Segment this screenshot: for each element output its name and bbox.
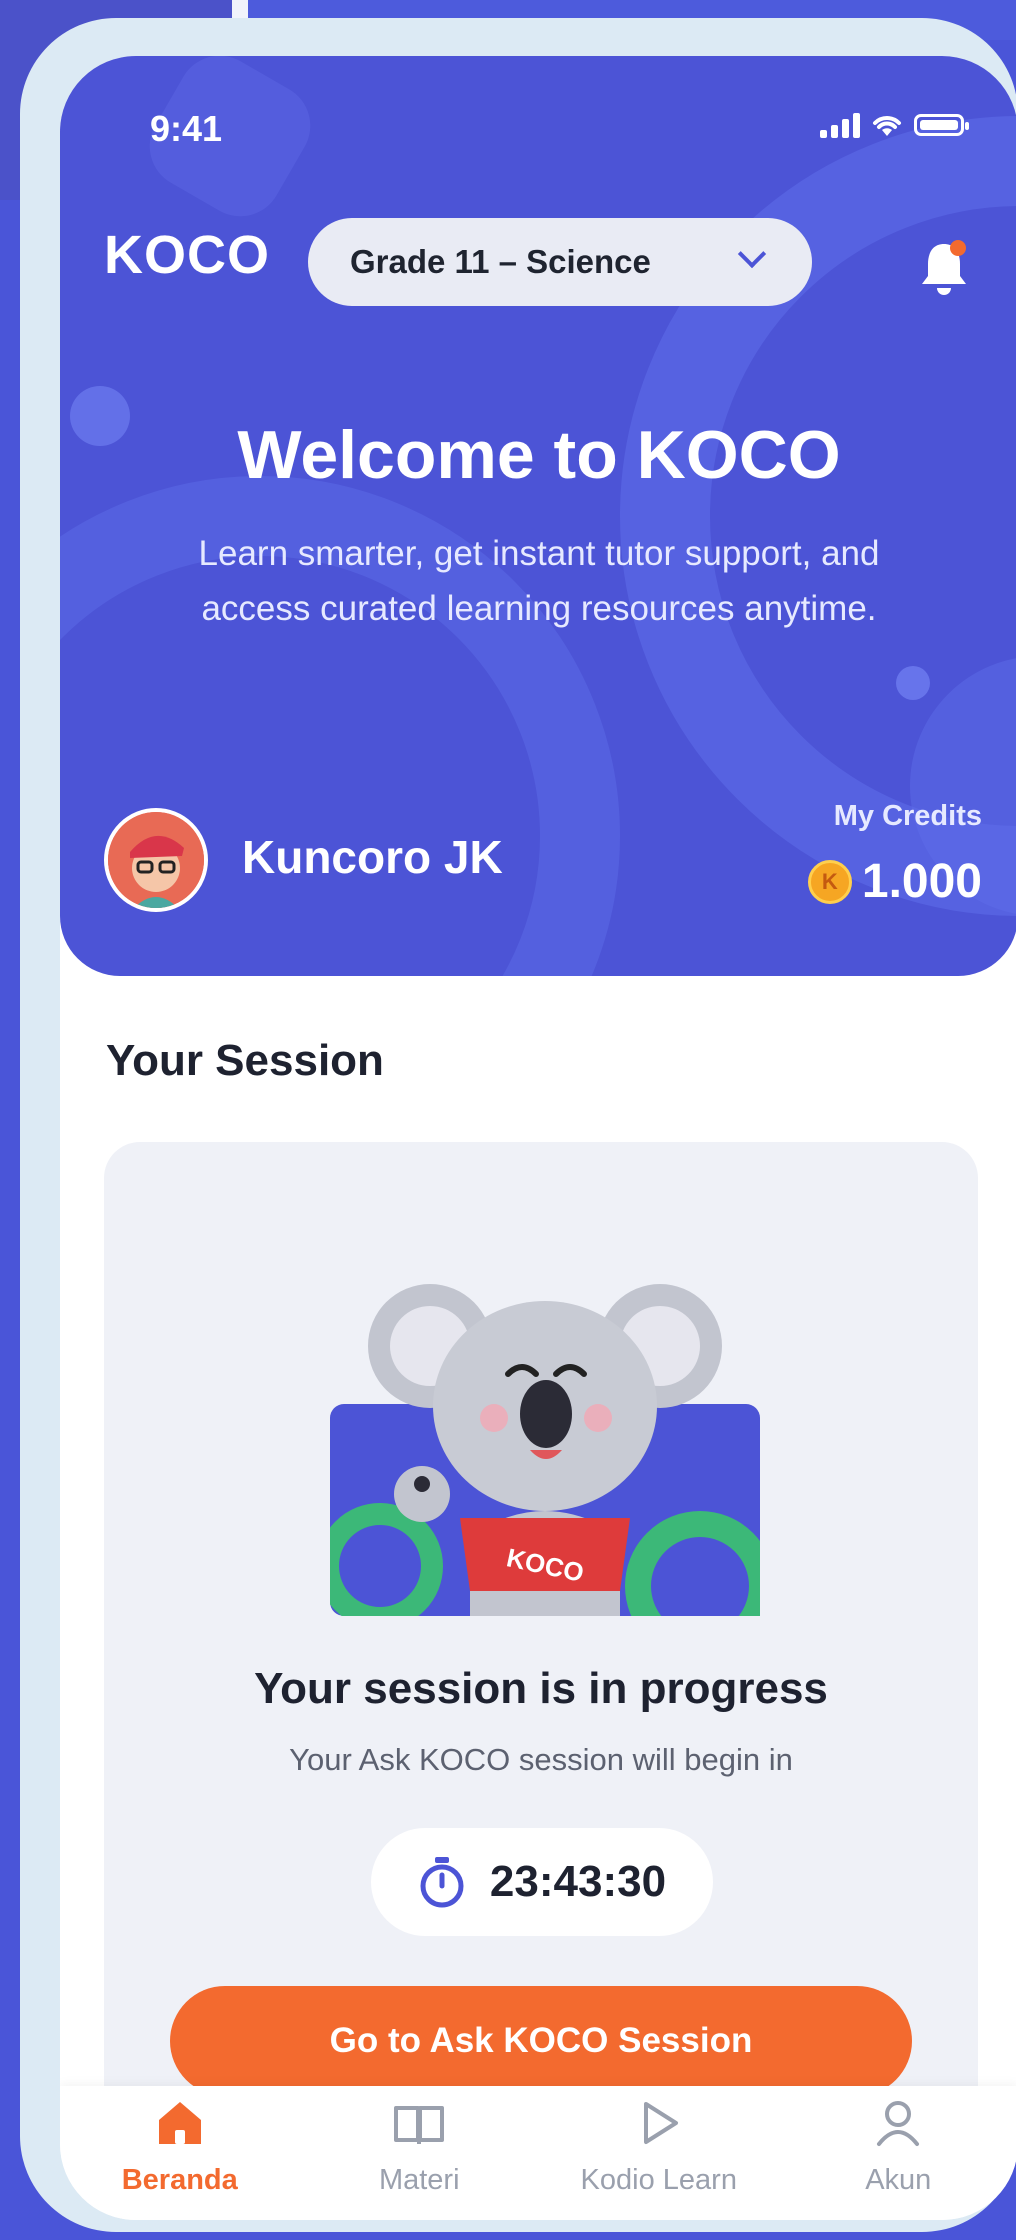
nav-item-akun[interactable]: Akun [798, 2094, 998, 2197]
decor-dot [896, 666, 930, 700]
go-to-session-button[interactable]: Go to Ask KOCO Session [170, 1986, 912, 2096]
nav-item-beranda[interactable]: Beranda [80, 2094, 280, 2197]
bottom-navigation: Beranda Materi Kodio Learn Akun [60, 2086, 1016, 2220]
nav-label: Beranda [121, 2164, 238, 2196]
koala-mascot-illustration: KOCO [330, 1284, 760, 1616]
user-name: Kuncoro JK [242, 831, 503, 883]
session-heading: Your session is in progress [254, 1664, 828, 1713]
credits-value: 1.000 [861, 855, 982, 908]
nav-label: Materi [378, 2164, 460, 2196]
grade-selector-label: Grade 11 – Science [350, 243, 651, 280]
credits-label: My Credits [833, 800, 982, 832]
stopwatch-icon [420, 1857, 464, 1908]
status-icons [820, 112, 969, 138]
user-icon [877, 2101, 920, 2146]
phone-frame: 9:41 KOCO Grade 11 – Science Welcome to … [20, 18, 1016, 2232]
home-icon [158, 2102, 201, 2144]
nav-label: Kodio Learn [580, 2164, 737, 2196]
session-card: KOCO Your session is in progress Your As… [104, 1142, 978, 2182]
book-icon [394, 2106, 445, 2144]
hero-subtitle: Learn smarter, get instant tutor support… [198, 534, 880, 628]
notification-bell-icon[interactable] [916, 236, 972, 300]
hero-banner: 9:41 KOCO Grade 11 – Science Welcome to … [60, 56, 1016, 976]
wifi-icon [873, 116, 901, 136]
cellular-signal-icon [820, 112, 860, 138]
avatar[interactable] [104, 808, 208, 912]
session-subtext: Your Ask KOCO session will begin in [289, 1742, 793, 1777]
play-icon [643, 2102, 678, 2144]
countdown-timer: 23:43:30 [371, 1828, 713, 1936]
hero-title: Welcome to KOCO [237, 417, 841, 493]
countdown-value: 23:43:30 [489, 1857, 667, 1906]
avatar-illustration [108, 812, 204, 908]
section-title: Your Session [106, 1036, 384, 1085]
app-screen: 9:41 KOCO Grade 11 – Science Welcome to … [60, 56, 1016, 2220]
battery-icon [914, 114, 969, 136]
app-logo: KOCO [104, 225, 270, 285]
nav-item-materi[interactable]: Materi [319, 2094, 519, 2197]
coin-icon: K [807, 859, 852, 904]
grade-selector[interactable]: Grade 11 – Science [308, 218, 812, 306]
nav-item-kodio-learn[interactable]: Kodio Learn [559, 2094, 759, 2197]
nav-label: Akun [865, 2164, 932, 2196]
credits-balance: K 1.000 [807, 854, 982, 909]
status-time: 9:41 [150, 108, 223, 149]
chevron-down-icon [737, 239, 767, 269]
